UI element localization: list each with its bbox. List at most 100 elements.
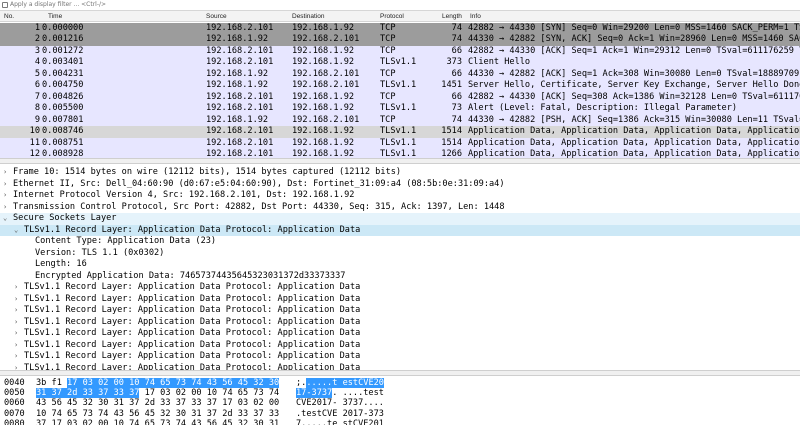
chevron-right-icon[interactable]: › (14, 282, 18, 294)
column-header-destination[interactable]: Destination (292, 13, 325, 20)
chevron-right-icon[interactable]: › (14, 294, 18, 306)
hex-bytes-segment: 43 56 45 32 30 31 37 2d 33 37 33 37 17 0… (36, 398, 280, 409)
packet-row[interactable]: 2 0.001216 192.168.1.92 192.168.2.101 TCP 74 4… (0, 34, 800, 46)
bookmark-filter-icon[interactable] (2, 2, 8, 8)
packet-protocol: TCP (380, 34, 396, 44)
hex-bytes: 3b f1 17 03 02 00 10 74 65 73 74 43 56 4… (36, 378, 280, 388)
packet-protocol: TCP (380, 114, 396, 125)
packet-protocol: TCP (380, 45, 396, 56)
column-header-length[interactable]: Length (442, 13, 462, 20)
hex-bytes-segment: 3b f1 (36, 378, 68, 388)
chevron-right-icon[interactable]: › (3, 202, 7, 214)
packet-time: 0.000000 (42, 22, 84, 33)
hex-row[interactable]: 0080 37 17 03 02 00 10 74 65 73 74 43 56 … (0, 419, 800, 425)
packet-bytes-pane: 0040 3b f1 17 03 02 00 10 74 65 73 74 43 … (0, 376, 800, 425)
detail-tree-item[interactable]: › Frame 10: 1514 bytes on wire (12112 bit… (0, 167, 800, 179)
packet-length: 74 (451, 114, 462, 125)
detail-tree-item[interactable]: › TLSv1.1 Record Layer: Application Data … (0, 351, 800, 363)
hex-bytes-selected: 17 03 02 00 10 74 65 73 74 43 56 45 32 3… (67, 378, 280, 388)
packet-row[interactable]: 4 0.003401 192.168.2.101 192.168.1.92 TLSv1.… (0, 57, 800, 69)
chevron-right-icon[interactable]: › (14, 351, 18, 363)
detail-tree-item[interactable]: › TLSv1.1 Record Layer: Application Data … (0, 282, 800, 294)
detail-tree-label: Transmission Control Protocol, Src Port:… (13, 201, 505, 212)
detail-tree-item[interactable]: Length: 16 (0, 259, 800, 271)
chevron-right-icon[interactable]: › (14, 328, 18, 340)
chevron-right-icon[interactable]: › (3, 190, 7, 202)
packet-destination: 192.168.1.92 (292, 91, 355, 102)
packet-info: 42882 → 44330 [SYN] Seq=0 Win=29200 Len=… (468, 22, 800, 33)
packet-details-tree: › Frame 10: 1514 bytes on wire (12112 bit… (0, 164, 800, 370)
column-header-info[interactable]: Info (470, 13, 481, 20)
packet-row[interactable]: 9 0.007801 192.168.1.92 192.168.2.101 TCP 74 4… (0, 114, 800, 126)
packet-number: 9 (34, 114, 40, 125)
detail-tree-item[interactable]: › TLSv1.1 Record Layer: Application Data … (0, 305, 800, 317)
hex-bytes-segment: 37 17 03 02 00 10 74 65 73 74 43 56 45 3… (36, 418, 280, 425)
chevron-right-icon[interactable]: › (14, 363, 18, 371)
packet-info: Client Hello (468, 57, 531, 67)
packet-time: 0.001272 (42, 45, 84, 56)
packet-destination: 192.168.1.92 (292, 137, 355, 148)
column-header-source[interactable]: Source (206, 13, 227, 20)
chevron-right-icon[interactable]: › (14, 317, 18, 329)
chevron-down-icon[interactable]: ⌄ (14, 225, 18, 237)
hex-row[interactable]: 0050 31 37 2d 33 37 33 37 17 03 02 00 10 … (0, 388, 800, 399)
packet-source: 192.168.2.101 (206, 91, 274, 102)
chevron-down-icon[interactable]: ⌄ (3, 213, 7, 225)
detail-tree-item[interactable]: › TLSv1.1 Record Layer: Application Data … (0, 328, 800, 340)
packet-row[interactable]: 10 0.008746 192.168.2.101 192.168.1.92 TLSv1… (0, 126, 800, 138)
detail-tree-item[interactable]: › TLSv1.1 Record Layer: Application Data … (0, 363, 800, 371)
packet-row[interactable]: 7 0.004826 192.168.2.101 192.168.1.92 TCP 66 4… (0, 91, 800, 103)
packet-protocol: TLSv1.1 (380, 126, 417, 136)
packet-row[interactable]: 5 0.004231 192.168.1.92 192.168.2.101 TCP 66 4… (0, 68, 800, 80)
column-header-no[interactable]: No. (4, 13, 14, 20)
hex-bytes-segment: 17 03 02 00 10 74 65 73 74 (139, 388, 280, 399)
detail-tree-item[interactable]: › TLSv1.1 Record Layer: Application Data … (0, 294, 800, 306)
column-header-protocol[interactable]: Protocol (380, 13, 404, 20)
detail-tree-item[interactable]: Content Type: Application Data (23) (0, 236, 800, 248)
hex-row[interactable]: 0070 10 74 65 73 74 43 56 45 32 30 31 37 … (0, 409, 800, 419)
packet-row[interactable]: 8 0.005500 192.168.2.101 192.168.1.92 TLSv1.… (0, 103, 800, 115)
packet-protocol: TLSv1.1 (380, 137, 417, 148)
hex-ascii: CVE2017- 3737.... (296, 398, 384, 408)
hex-ascii: 17-3737. ....test (296, 388, 384, 399)
packet-info: 42882 → 44330 [ACK] Seq=308 Ack=1386 Win… (468, 91, 800, 102)
packet-number: 12 (29, 149, 40, 158)
packet-length: 66 (451, 91, 462, 102)
packet-source: 192.168.1.92 (206, 80, 269, 90)
detail-tree-label: Secure Sockets Layer (13, 213, 117, 223)
packet-protocol: TLSv1.1 (380, 149, 417, 158)
hex-offset: 0050 (4, 388, 25, 399)
chevron-right-icon[interactable]: › (3, 179, 7, 191)
detail-tree-item[interactable]: ⌄ Secure Sockets Layer (0, 213, 800, 225)
detail-tree-item[interactable]: › Transmission Control Protocol, Src Port… (0, 202, 800, 214)
detail-tree-item[interactable]: Encrypted Application Data: 746573744356… (0, 271, 800, 283)
detail-tree-item[interactable]: › Internet Protocol Version 4, Src: 192.1… (0, 190, 800, 202)
hex-ascii-segment: CVE2017- 3737.... (296, 398, 384, 409)
packet-row[interactable]: 3 0.001272 192.168.2.101 192.168.1.92 TCP 66 4… (0, 45, 800, 57)
packet-info: Server Hello, Certificate, Server Key Ex… (468, 80, 800, 90)
hex-row[interactable]: 0040 3b f1 17 03 02 00 10 74 65 73 74 43 … (0, 378, 800, 388)
detail-tree-item[interactable]: › TLSv1.1 Record Layer: Application Data … (0, 340, 800, 352)
detail-tree-item[interactable]: › Ethernet II, Src: Dell_04:60:90 (d0:67:… (0, 179, 800, 191)
packet-row[interactable]: 11 0.008751 192.168.2.101 192.168.1.92 TLSv1… (0, 137, 800, 149)
packet-source: 192.168.2.101 (206, 126, 274, 136)
chevron-right-icon[interactable]: › (3, 167, 7, 179)
packet-destination: 192.168.2.101 (292, 68, 360, 79)
chevron-right-icon[interactable]: › (14, 305, 18, 317)
hex-row[interactable]: 0060 43 56 45 32 30 31 37 2d 33 37 33 37 … (0, 398, 800, 408)
detail-tree-item[interactable]: Version: TLS 1.1 (0x0302) (0, 248, 800, 260)
packet-protocol: TCP (380, 68, 396, 79)
chevron-right-icon[interactable]: › (14, 340, 18, 352)
packet-time: 0.008746 (42, 126, 84, 136)
detail-tree-item[interactable]: › TLSv1.1 Record Layer: Application Data … (0, 317, 800, 329)
packet-row[interactable]: 1 0.000000 192.168.2.101 192.168.1.92 TCP 74 4… (0, 22, 800, 34)
packet-row[interactable]: 6 0.004750 192.168.1.92 192.168.2.101 TLSv1.… (0, 80, 800, 92)
column-header-time[interactable]: Time (48, 13, 62, 20)
detail-tree-item[interactable]: ⌄ TLSv1.1 Record Layer: Application Data … (0, 224, 800, 237)
display-filter-input[interactable] (10, 0, 790, 10)
packet-row[interactable]: 12 0.008928 192.168.2.101 192.168.1.92 TLSv1… (0, 149, 800, 158)
packet-time: 0.001216 (42, 34, 84, 44)
packet-number: 5 (34, 68, 40, 79)
detail-tree-label: TLSv1.1 Record Layer: Application Data P… (24, 339, 361, 350)
hex-bytes-segment: 10 74 65 73 74 43 56 45 32 30 31 37 2d 3… (36, 408, 280, 419)
